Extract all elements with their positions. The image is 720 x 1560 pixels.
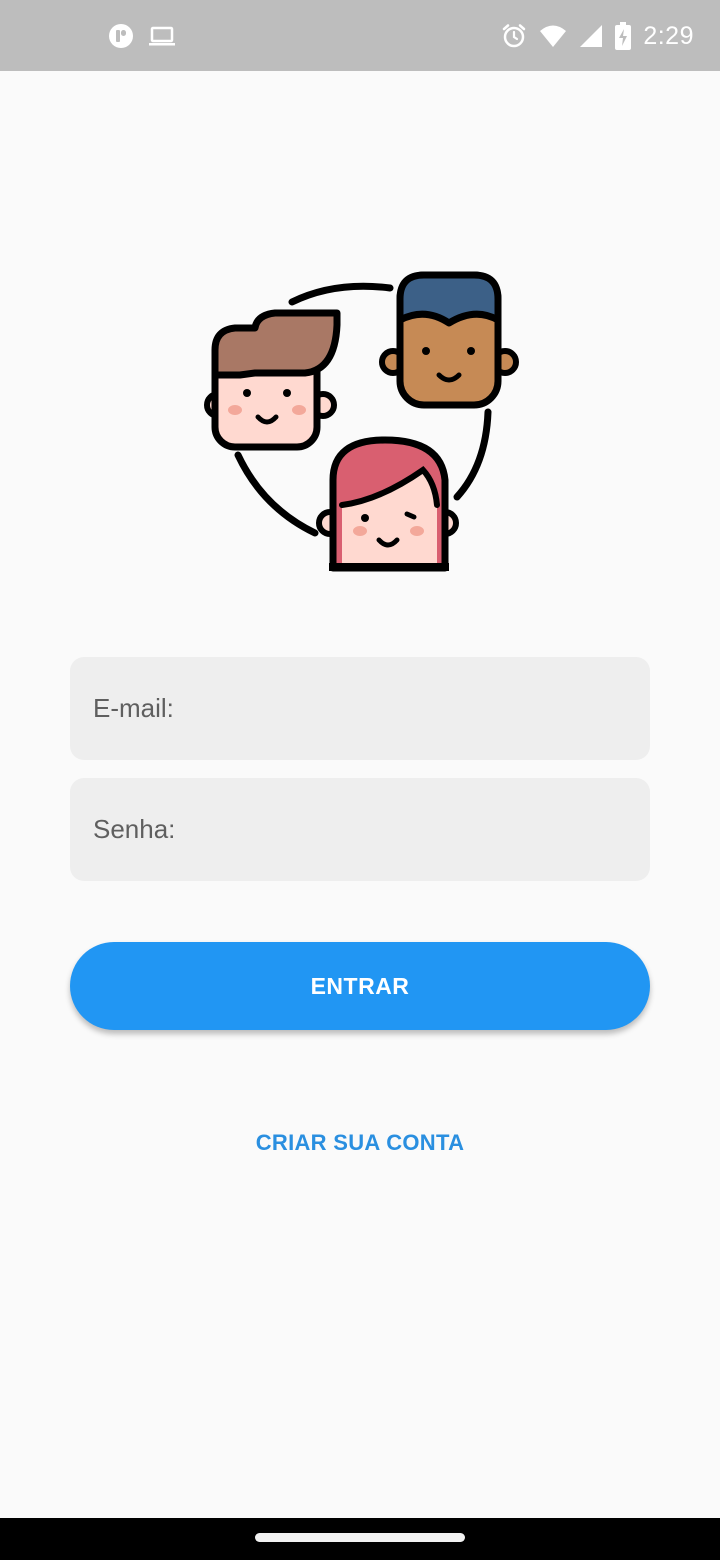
- email-input[interactable]: [91, 692, 650, 725]
- status-left-icons: [108, 22, 176, 50]
- email-field[interactable]: [70, 657, 650, 760]
- boy-face-icon: [204, 309, 341, 451]
- login-button[interactable]: ENTRAR: [70, 942, 650, 1030]
- people-group-illustration: [195, 265, 525, 575]
- arc-top: [288, 282, 394, 306]
- laptop-icon: [148, 25, 176, 47]
- status-right-icons: 2:29: [501, 20, 694, 52]
- status-bar: 2:29: [0, 0, 720, 71]
- navigation-bar: [0, 1518, 720, 1560]
- home-indicator[interactable]: [255, 1533, 465, 1542]
- alarm-icon: [501, 23, 527, 49]
- password-field[interactable]: [70, 778, 650, 881]
- app-notification-icon: [108, 23, 134, 49]
- woman-face-icon: [316, 436, 459, 572]
- create-account-button[interactable]: CRIAR SUA CONTA: [210, 1120, 510, 1166]
- man-face-icon: [379, 271, 519, 409]
- arc-right: [453, 408, 492, 501]
- cellular-signal-icon: [579, 24, 603, 48]
- wifi-icon: [539, 24, 567, 48]
- password-input[interactable]: [91, 813, 650, 846]
- status-time: 2:29: [643, 21, 694, 50]
- login-screen: 2:29 E-mail: ENTRAR CRIAR SUA CONTA: [0, 0, 720, 1560]
- arc-left: [234, 451, 319, 537]
- battery-charging-icon: [615, 22, 632, 50]
